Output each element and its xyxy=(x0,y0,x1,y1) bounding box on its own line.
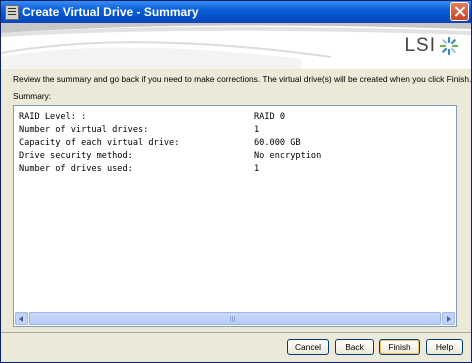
logo-text: LSI xyxy=(404,35,436,56)
divider xyxy=(1,332,471,333)
summary-row-value: 1 xyxy=(254,164,260,174)
summary-row-label: Number of drives used: xyxy=(19,164,133,174)
cancel-button[interactable]: Cancel xyxy=(287,339,329,355)
summary-label: Summary: xyxy=(13,91,52,101)
back-button[interactable]: Back xyxy=(335,339,374,355)
summary-row-value: 1 xyxy=(254,125,260,135)
banner-swoosh xyxy=(1,23,471,69)
arrow-left-icon xyxy=(19,316,23,322)
lsi-starburst-icon xyxy=(439,36,459,56)
finish-button[interactable]: Finish xyxy=(379,339,420,355)
help-button[interactable]: Help xyxy=(426,339,463,355)
scroll-right-button[interactable] xyxy=(442,312,455,325)
scrollbar-thumb[interactable] xyxy=(29,312,441,325)
summary-list[interactable]: RAID Level: : RAID 0 Number of virtual d… xyxy=(13,105,457,327)
lsi-logo: LSI xyxy=(404,35,459,57)
scroll-left-button[interactable] xyxy=(15,312,28,325)
summary-row-value: No encryption xyxy=(254,151,322,161)
summary-row-label: Drive security method: xyxy=(19,151,133,161)
close-button[interactable] xyxy=(450,2,469,21)
dialog-window: Create Virtual Drive - Summary LSI Revie… xyxy=(0,0,472,363)
summary-row-label: Number of virtual drives: xyxy=(19,125,149,135)
summary-row-label: Capacity of each virtual drive: xyxy=(19,138,180,148)
summary-row-value: 60.000 GB xyxy=(254,138,301,148)
window-list-icon xyxy=(5,5,19,20)
instructions-text: Review the summary and go back if you ne… xyxy=(13,74,472,84)
title-bar[interactable]: Create Virtual Drive - Summary xyxy=(1,1,471,23)
window-title: Create Virtual Drive - Summary xyxy=(22,5,199,19)
arrow-right-icon xyxy=(447,316,451,322)
horizontal-scrollbar[interactable] xyxy=(15,312,455,325)
summary-row-label: RAID Level: : xyxy=(19,112,87,122)
summary-row-value: RAID 0 xyxy=(254,112,286,122)
header-banner: LSI xyxy=(1,23,471,69)
